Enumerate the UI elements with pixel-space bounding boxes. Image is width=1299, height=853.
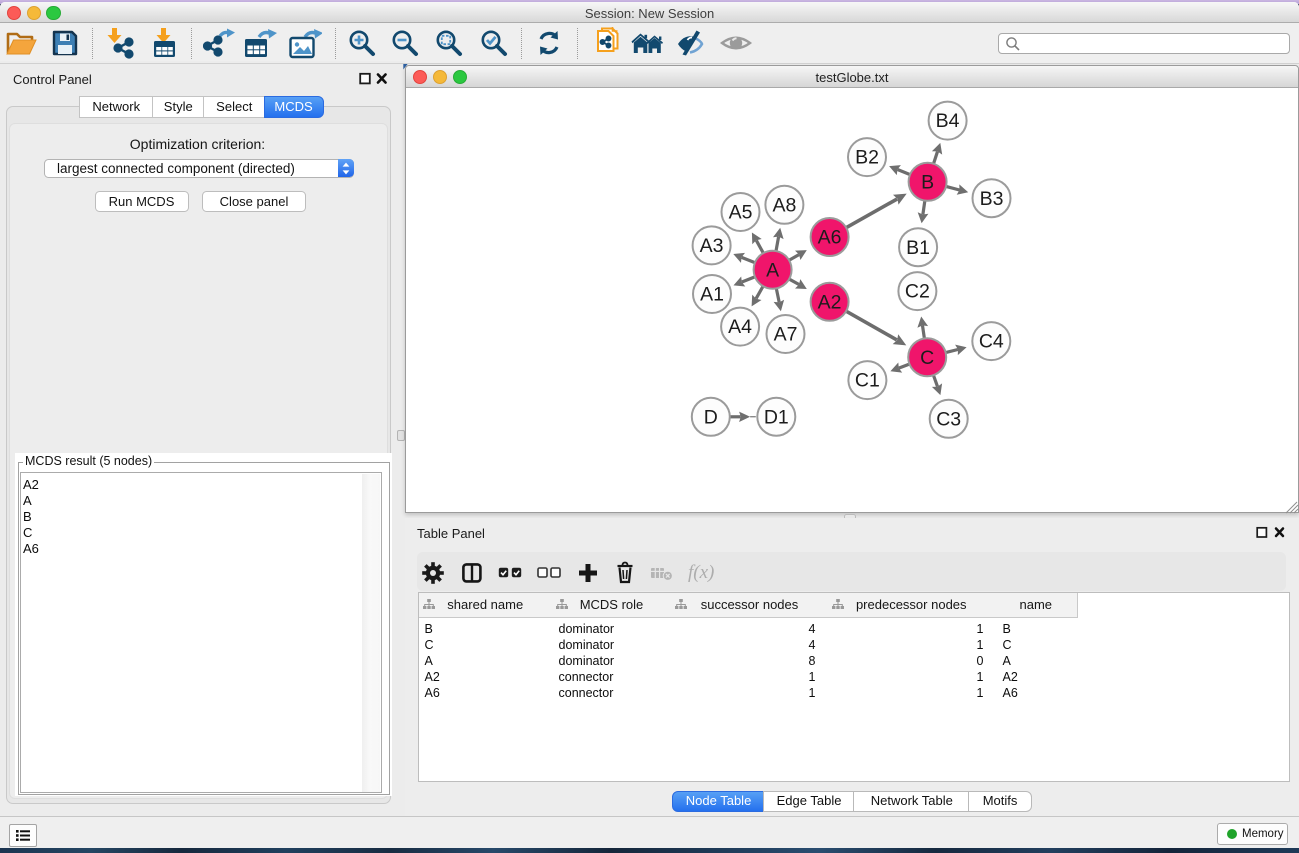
- svg-text:C3: C3: [936, 408, 961, 430]
- svg-text:A4: A4: [728, 316, 752, 338]
- svg-text:C4: C4: [979, 331, 1004, 353]
- svg-text:A: A: [766, 259, 779, 281]
- svg-text:C2: C2: [905, 281, 930, 303]
- svg-text:B: B: [921, 171, 934, 193]
- svg-text:B3: B3: [980, 188, 1004, 210]
- svg-text:B1: B1: [906, 237, 930, 259]
- svg-text:C1: C1: [855, 370, 880, 392]
- svg-text:D1: D1: [764, 406, 789, 428]
- svg-text:A7: A7: [774, 324, 798, 346]
- svg-text:B4: B4: [936, 110, 960, 132]
- svg-text:C: C: [920, 347, 934, 369]
- svg-text:A5: A5: [729, 202, 753, 224]
- svg-text:A1: A1: [700, 284, 724, 306]
- svg-text:B2: B2: [855, 147, 879, 169]
- svg-text:A8: A8: [772, 194, 796, 216]
- svg-text:A3: A3: [700, 235, 724, 257]
- svg-text:A2: A2: [818, 291, 842, 313]
- svg-text:D: D: [704, 406, 718, 428]
- svg-text:A6: A6: [818, 227, 842, 249]
